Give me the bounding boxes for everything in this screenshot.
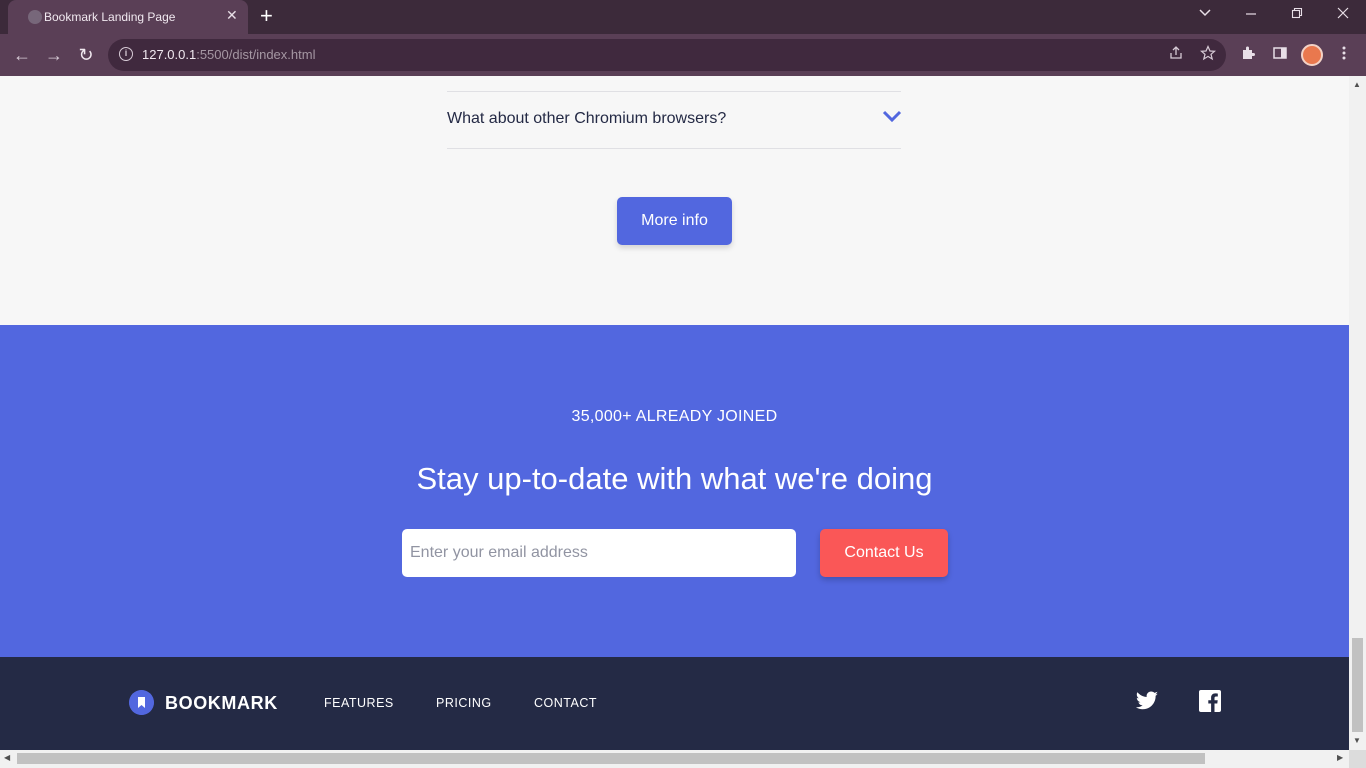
url-host: 127.0.0.1 xyxy=(142,47,197,62)
share-icon[interactable] xyxy=(1168,45,1184,65)
globe-icon xyxy=(28,10,42,24)
url-path: :5500/dist/index.html xyxy=(196,47,316,62)
minimize-icon[interactable] xyxy=(1244,6,1258,23)
scroll-down-arrow-icon[interactable]: ▼ xyxy=(1353,736,1361,745)
tab-title: Bookmark Landing Page xyxy=(44,10,176,24)
scroll-left-arrow-icon[interactable]: ◀ xyxy=(4,753,10,762)
browser-tab-strip: Bookmark Landing Page ✕ + xyxy=(0,0,1366,34)
tab-search-icon[interactable] xyxy=(1198,6,1212,23)
newsletter-section: 35,000+ ALREADY JOINED Stay up-to-date w… xyxy=(0,325,1349,657)
extensions-icon[interactable] xyxy=(1240,45,1256,65)
vertical-scrollbar[interactable]: ▲ ▼ xyxy=(1349,76,1366,750)
bookmark-star-icon[interactable] xyxy=(1199,45,1217,65)
joined-count: 35,000+ ALREADY JOINED xyxy=(571,408,778,425)
url-text: 127.0.0.1:5500/dist/index.html xyxy=(142,47,315,62)
faq-question[interactable]: What about other Chromium browsers? xyxy=(447,110,726,128)
restore-icon[interactable] xyxy=(1290,6,1304,23)
scroll-right-arrow-icon[interactable]: ▶ xyxy=(1337,753,1343,762)
browser-toolbar: ← → ↻ i 127.0.0.1:5500/dist/index.html xyxy=(0,34,1366,76)
footer-link-pricing[interactable]: PRICING xyxy=(436,696,492,710)
reload-button[interactable]: ↻ xyxy=(74,43,98,67)
browser-tab[interactable]: Bookmark Landing Page ✕ xyxy=(8,0,248,34)
site-info-icon[interactable]: i xyxy=(119,47,133,61)
facebook-icon[interactable] xyxy=(1198,689,1222,713)
close-window-icon[interactable] xyxy=(1336,6,1350,23)
twitter-icon[interactable] xyxy=(1135,689,1159,713)
horizontal-scrollbar[interactable]: ◀ ▶ xyxy=(0,750,1349,768)
vertical-scroll-thumb[interactable] xyxy=(1352,638,1363,732)
footer-link-features[interactable]: FEATURES xyxy=(324,696,394,710)
footer-link-contact[interactable]: CONTACT xyxy=(534,696,597,710)
new-tab-button[interactable]: + xyxy=(260,4,273,28)
page-content: What about other Chromium browsers? More… xyxy=(0,76,1349,750)
contact-us-button[interactable]: Contact Us xyxy=(820,529,948,577)
newsletter-headline: Stay up-to-date with what we're doing xyxy=(416,461,933,496)
profile-avatar[interactable] xyxy=(1301,44,1323,66)
scrollbar-corner xyxy=(1349,750,1366,768)
menu-kebab-icon[interactable] xyxy=(1339,45,1349,65)
logo-text[interactable]: BOOKMARK xyxy=(165,693,278,714)
back-button[interactable]: ← xyxy=(10,43,34,67)
chevron-down-icon[interactable] xyxy=(882,110,902,124)
address-bar[interactable]: i 127.0.0.1:5500/dist/index.html xyxy=(108,39,1226,71)
side-panel-icon[interactable] xyxy=(1272,45,1288,65)
footer: BOOKMARK FEATURES PRICING CONTACT xyxy=(0,657,1349,750)
faq-divider xyxy=(447,91,901,92)
bookmark-logo-icon[interactable] xyxy=(129,690,154,715)
faq-divider xyxy=(447,148,901,149)
close-tab-icon[interactable]: ✕ xyxy=(226,7,238,24)
forward-button[interactable]: → xyxy=(42,43,66,67)
scroll-up-arrow-icon[interactable]: ▲ xyxy=(1353,80,1361,89)
horizontal-scroll-thumb[interactable] xyxy=(17,753,1205,764)
email-input[interactable] xyxy=(402,529,796,577)
more-info-button[interactable]: More info xyxy=(617,197,732,245)
